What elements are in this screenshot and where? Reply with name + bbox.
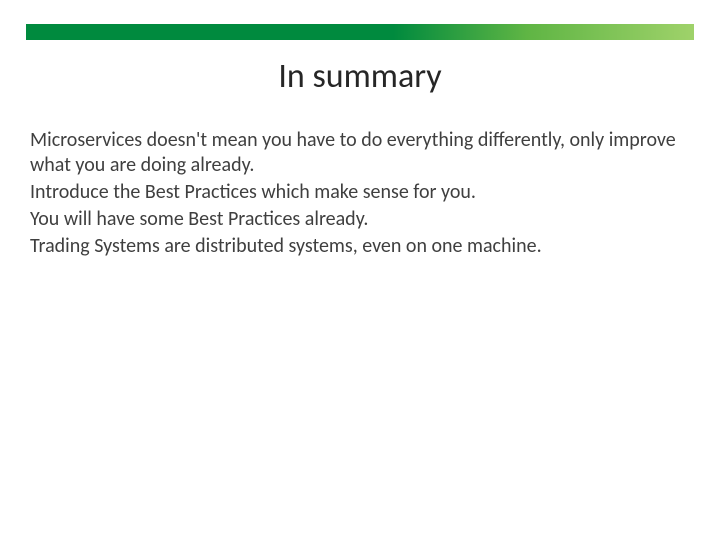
body-paragraph: Trading Systems are distributed systems,…	[30, 234, 690, 259]
slide-body: Microservices doesn't mean you have to d…	[30, 128, 690, 261]
header-accent-bar	[26, 24, 694, 40]
body-paragraph: Introduce the Best Practices which make …	[30, 180, 690, 205]
body-paragraph: You will have some Best Practices alread…	[30, 207, 690, 232]
body-paragraph: Microservices doesn't mean you have to d…	[30, 128, 690, 178]
slide-title: In summary	[0, 56, 720, 97]
